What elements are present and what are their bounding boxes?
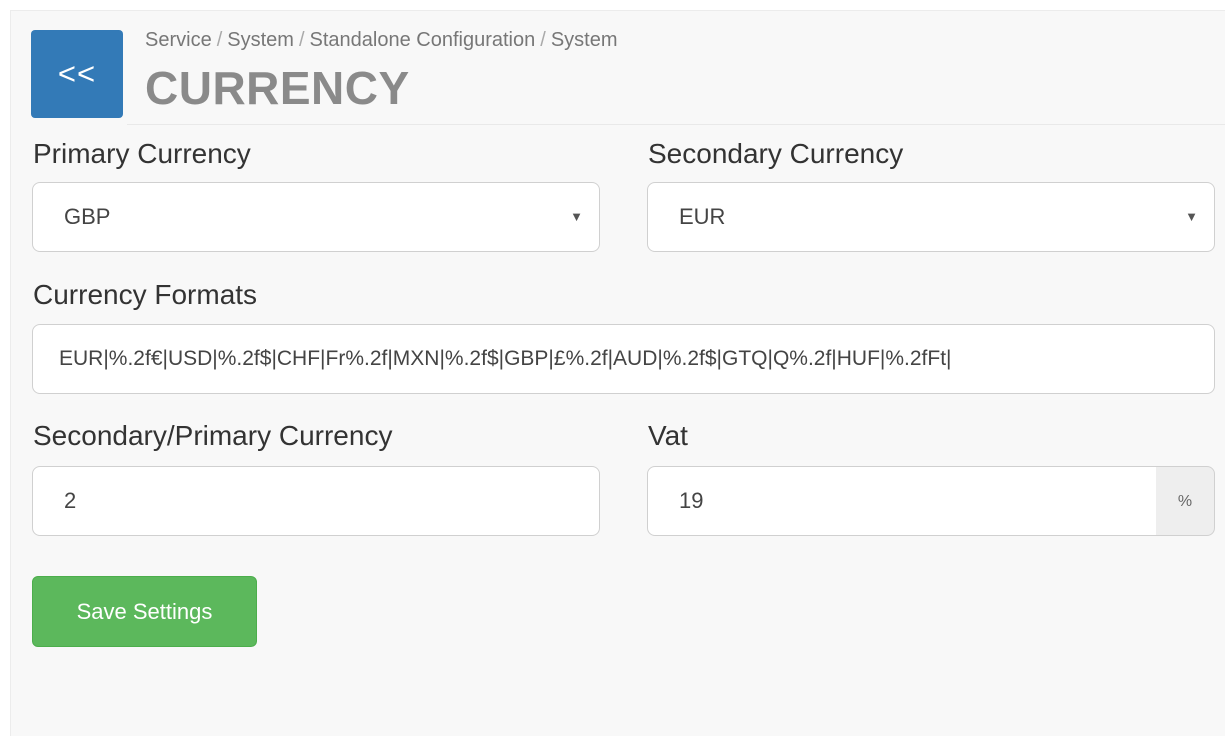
breadcrumb-separator: / — [298, 29, 305, 51]
vat-input-group: 19 % — [647, 466, 1215, 536]
primary-currency-value: GBP — [64, 204, 111, 229]
exchange-rate-label: Secondary/Primary Currency — [33, 420, 393, 451]
save-settings-button[interactable]: Save Settings — [32, 576, 257, 647]
breadcrumb-separator: / — [540, 29, 546, 51]
breadcrumb-item-standalone-configuration[interactable]: Standalone Configuration — [310, 29, 536, 51]
breadcrumb-item-system-current: System — [550, 29, 618, 51]
vat-label: Vat — [648, 420, 688, 451]
caret-down-icon: ▼ — [570, 209, 583, 224]
currency-formats-label: Currency Formats — [33, 279, 258, 310]
breadcrumb-separator: / — [216, 29, 223, 51]
page-title: CURRENCY — [145, 62, 410, 114]
secondary-currency-select[interactable]: EUR ▼ — [647, 182, 1215, 252]
secondary-currency-value: EUR — [679, 204, 726, 229]
currency-formats-value: EUR|%.2f€|USD|%.2f$|CHF|Fr%.2f|MXN|%.2f$… — [59, 347, 952, 370]
back-button[interactable]: << — [31, 30, 123, 118]
percent-addon: % — [1156, 466, 1215, 536]
breadcrumb-item-system[interactable]: System — [227, 29, 294, 51]
caret-down-icon: ▼ — [1185, 209, 1198, 224]
secondary-currency-label: Secondary Currency — [648, 138, 904, 169]
primary-currency-select[interactable]: GBP ▼ — [32, 182, 600, 252]
currency-formats-input[interactable]: EUR|%.2f€|USD|%.2f$|CHF|Fr%.2f|MXN|%.2f$… — [32, 324, 1215, 394]
settings-panel: << Service / System / Standalone Configurati… — [10, 10, 1225, 736]
primary-currency-label: Primary Currency — [33, 138, 251, 169]
breadcrumb-item-service[interactable]: Service — [145, 29, 212, 51]
vat-input[interactable]: 19 — [647, 466, 1157, 536]
exchange-rate-input[interactable]: 2 — [32, 466, 600, 536]
vat-value: 19 — [679, 488, 704, 513]
exchange-rate-value: 2 — [64, 488, 77, 513]
breadcrumb: Service / System / Standalone Configuration /… — [145, 29, 618, 52]
header-divider — [127, 124, 1225, 125]
